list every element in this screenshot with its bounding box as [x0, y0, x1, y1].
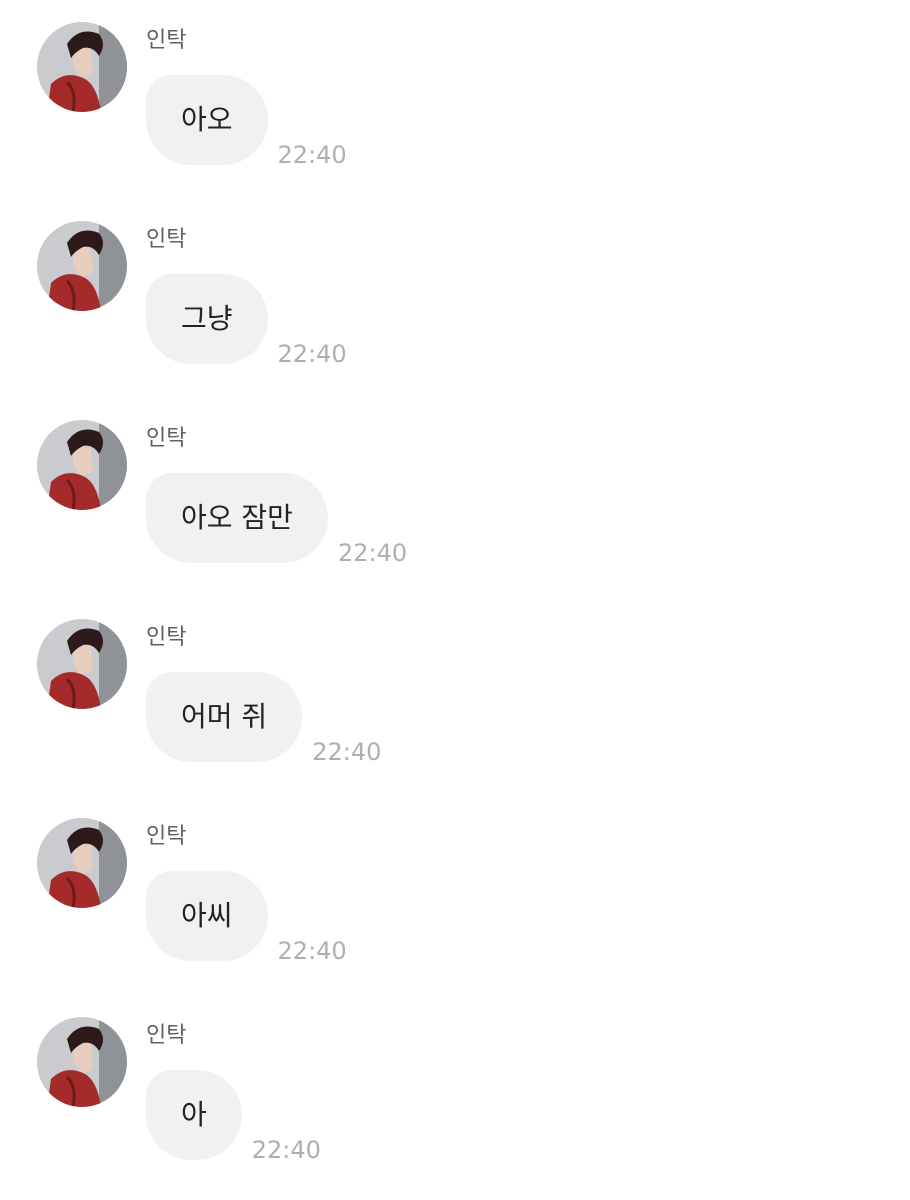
message-bubble[interactable]: 아 — [146, 1070, 242, 1160]
message-row: 아오 잠만 22:40 — [146, 473, 407, 567]
profile-photo-icon[interactable] — [37, 420, 127, 510]
message-timestamp: 22:40 — [337, 539, 408, 567]
message-timestamp: 22:40 — [277, 340, 347, 368]
message-bubble[interactable]: 아오 잠만 — [146, 473, 328, 563]
profile-photo-icon[interactable] — [37, 619, 127, 709]
sender-name: 인탁 — [146, 28, 187, 53]
sender-name: 인탁 — [146, 426, 187, 451]
message-bubble[interactable]: 어머 쥐 — [146, 672, 303, 762]
sender-name: 인탁 — [146, 625, 187, 650]
sender-name: 인탁 — [146, 1023, 187, 1048]
profile-photo-icon[interactable] — [37, 1017, 127, 1107]
message-timestamp: 22:40 — [251, 1136, 321, 1164]
message-item: 인탁 아 22:40 — [0, 995, 910, 1175]
message-row: 아 22:40 — [146, 1070, 321, 1164]
message-timestamp: 22:40 — [277, 141, 347, 169]
message-row: 그냥 22:40 — [146, 274, 347, 368]
message-bubble[interactable]: 아오 — [146, 75, 268, 165]
message-item: 인탁 그냥 22:40 — [0, 199, 910, 379]
message-bubble[interactable]: 아씨 — [146, 871, 268, 961]
message-timestamp: 22:40 — [312, 738, 382, 766]
sender-name: 인탁 — [146, 227, 187, 252]
message-row: 어머 쥐 22:40 — [146, 672, 381, 766]
message-item: 인탁 아오 22:40 — [0, 0, 910, 180]
message-row: 아오 22:40 — [146, 75, 347, 169]
sender-name: 인탁 — [146, 824, 187, 849]
message-item: 인탁 아오 잠만 22:40 — [0, 398, 910, 578]
message-row: 아씨 22:40 — [146, 871, 347, 965]
message-bubble[interactable]: 그냥 — [146, 274, 268, 364]
message-item: 인탁 어머 쥐 22:40 — [0, 597, 910, 777]
profile-photo-icon[interactable] — [37, 818, 127, 908]
profile-photo-icon[interactable] — [37, 221, 127, 311]
message-timestamp: 22:40 — [277, 937, 347, 965]
message-item: 인탁 아씨 22:40 — [0, 796, 910, 976]
chat-message-list: 인탁 아오 22:40 인탁 그냥 22:40 인탁 아오 잠만 22:40 인… — [0, 0, 910, 1200]
profile-photo-icon[interactable] — [37, 22, 127, 112]
